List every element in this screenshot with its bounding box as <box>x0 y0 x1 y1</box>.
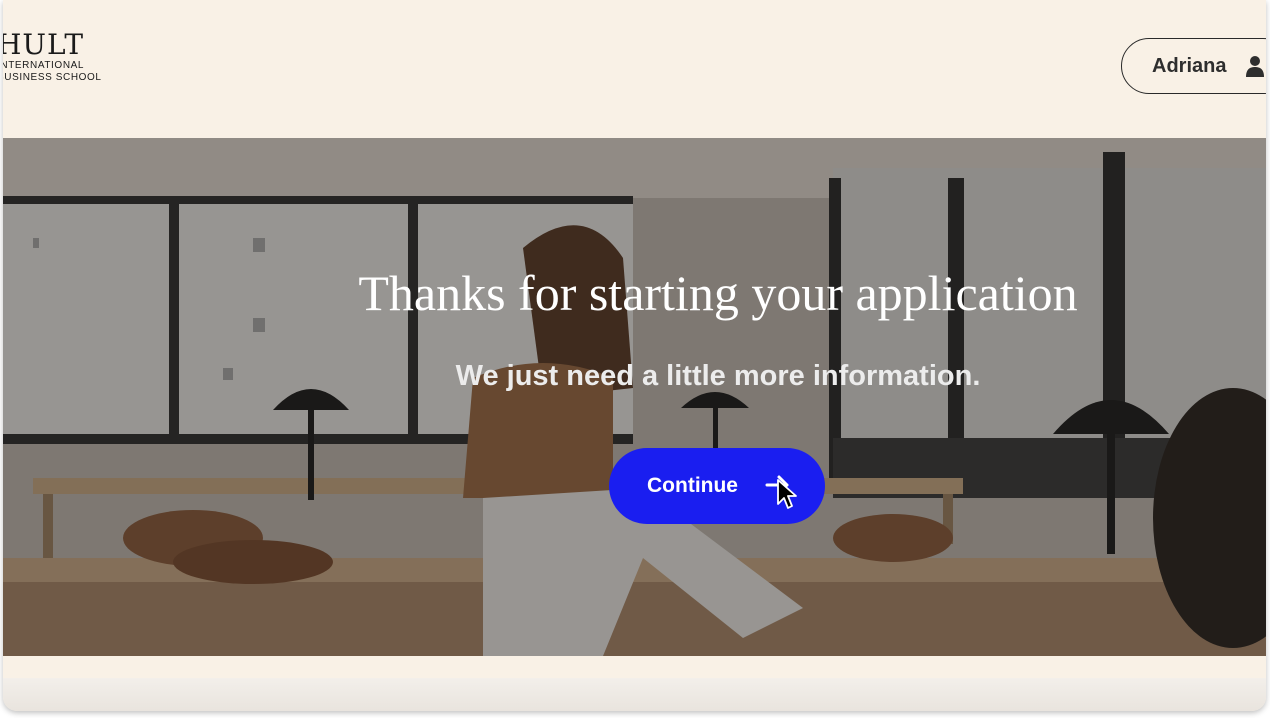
continue-label: Continue <box>647 474 738 497</box>
hero-title: Thanks for starting your application <box>358 265 1078 321</box>
footer-strip <box>3 678 1266 711</box>
logo-line-2: BUSINESS SCHOOL <box>3 72 102 83</box>
app-window: HULT INTERNATIONAL BUSINESS SCHOOL Adria… <box>3 0 1266 711</box>
hero-overlay <box>3 138 1266 656</box>
user-menu-button[interactable]: Adriana <box>1121 38 1266 94</box>
user-icon <box>1246 55 1265 77</box>
site-header: HULT INTERNATIONAL BUSINESS SCHOOL Adria… <box>3 0 1266 138</box>
hult-logo[interactable]: HULT INTERNATIONAL BUSINESS SCHOOL <box>3 30 102 84</box>
user-name: Adriana <box>1152 54 1227 77</box>
mouse-cursor-icon <box>777 479 797 509</box>
logo-wordmark: HULT <box>3 28 85 61</box>
logo-line-1: INTERNATIONAL <box>3 60 85 71</box>
hero-subtitle: We just need a little more information. <box>455 360 981 392</box>
hero-section: Thanks for starting your application We … <box>3 138 1266 656</box>
